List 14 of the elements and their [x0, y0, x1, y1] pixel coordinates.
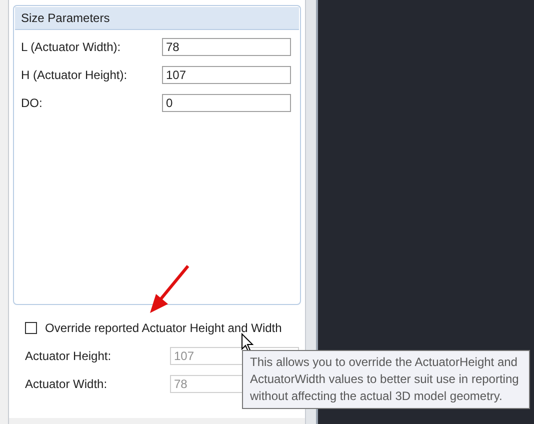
mouse-pointer-icon	[241, 333, 255, 353]
field-label: Actuator Height:	[25, 349, 112, 363]
field-label: L (Actuator Width):	[21, 40, 122, 54]
tooltip: This allows you to override the ActuatorHeight and ActuatorWidth values to better suit use in reporting without affecting the actual 3D model geometry.	[242, 350, 530, 409]
checkbox-label[interactable]: Override reported Actuator Height and Width	[45, 321, 282, 335]
field-label: H (Actuator Height):	[21, 68, 128, 82]
annotation-arrow-icon	[148, 264, 192, 316]
checkbox[interactable]	[25, 322, 37, 334]
group-title: Size Parameters	[15, 7, 299, 30]
field-label: DO:	[21, 96, 44, 110]
field-label: Actuator Width:	[25, 377, 108, 391]
input-field[interactable]: 107	[162, 66, 291, 84]
input-field[interactable]: 0	[162, 94, 291, 112]
input-field[interactable]: 78	[162, 38, 291, 56]
